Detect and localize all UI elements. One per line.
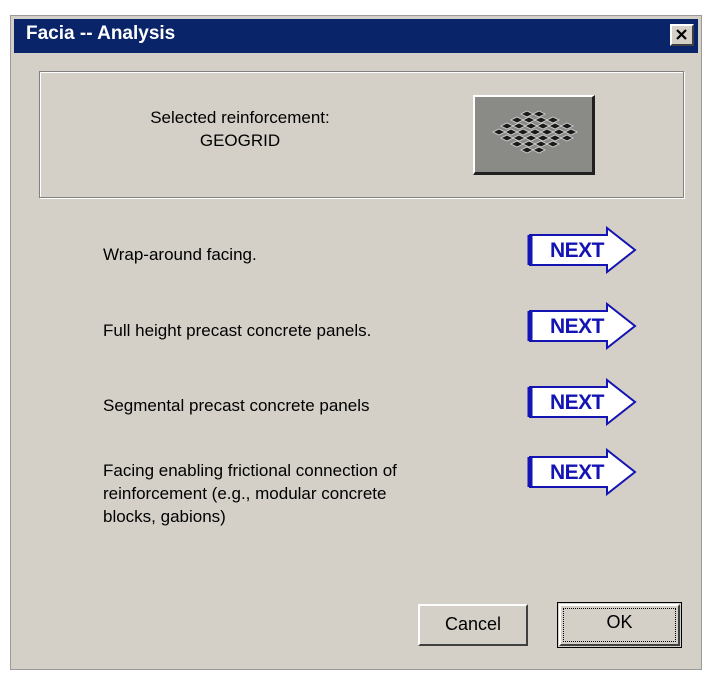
facia-analysis-dialog: Facia -- Analysis Selected reinforcement… — [10, 15, 702, 670]
option-wrap-around-label: Wrap-around facing. — [103, 245, 257, 264]
geogrid-icon — [492, 110, 578, 154]
option-frictional-line-1: Facing enabling frictional connection of — [103, 461, 397, 480]
next-button-segmental[interactable]: NEXT — [527, 378, 639, 426]
close-icon — [676, 29, 687, 40]
next-label: NEXT — [549, 461, 605, 484]
option-frictional-line-2: reinforcement (e.g., modular concrete — [103, 484, 387, 503]
reinforcement-info: Selected reinforcement: GEOGRID — [120, 106, 360, 152]
next-label: NEXT — [549, 239, 605, 262]
next-button-frictional[interactable]: NEXT — [527, 448, 639, 496]
ok-label: OK — [606, 612, 633, 632]
option-frictional-line-3: blocks, gabions) — [103, 507, 226, 526]
ok-button[interactable]: OK — [557, 602, 682, 648]
cancel-button[interactable]: Cancel — [418, 604, 528, 646]
next-label: NEXT — [549, 391, 605, 414]
selected-reinforcement-panel: Selected reinforcement: GEOGRID — [39, 71, 684, 198]
window-title: Facia -- Analysis — [26, 23, 176, 44]
title-bar[interactable]: Facia -- Analysis — [14, 19, 698, 53]
reinforcement-caption: Selected reinforcement: — [150, 108, 330, 127]
next-button-wrap-around[interactable]: NEXT — [527, 226, 639, 274]
next-button-full-height[interactable]: NEXT — [527, 302, 639, 350]
next-label: NEXT — [549, 315, 605, 338]
reinforcement-button[interactable] — [473, 95, 595, 175]
option-segmental-label: Segmental precast concrete panels — [103, 396, 370, 415]
option-full-height-label: Full height precast concrete panels. — [103, 321, 372, 340]
option-frictional-label: Facing enabling frictional connection of… — [103, 459, 397, 528]
close-button[interactable] — [670, 24, 694, 46]
reinforcement-value: GEOGRID — [199, 131, 281, 150]
